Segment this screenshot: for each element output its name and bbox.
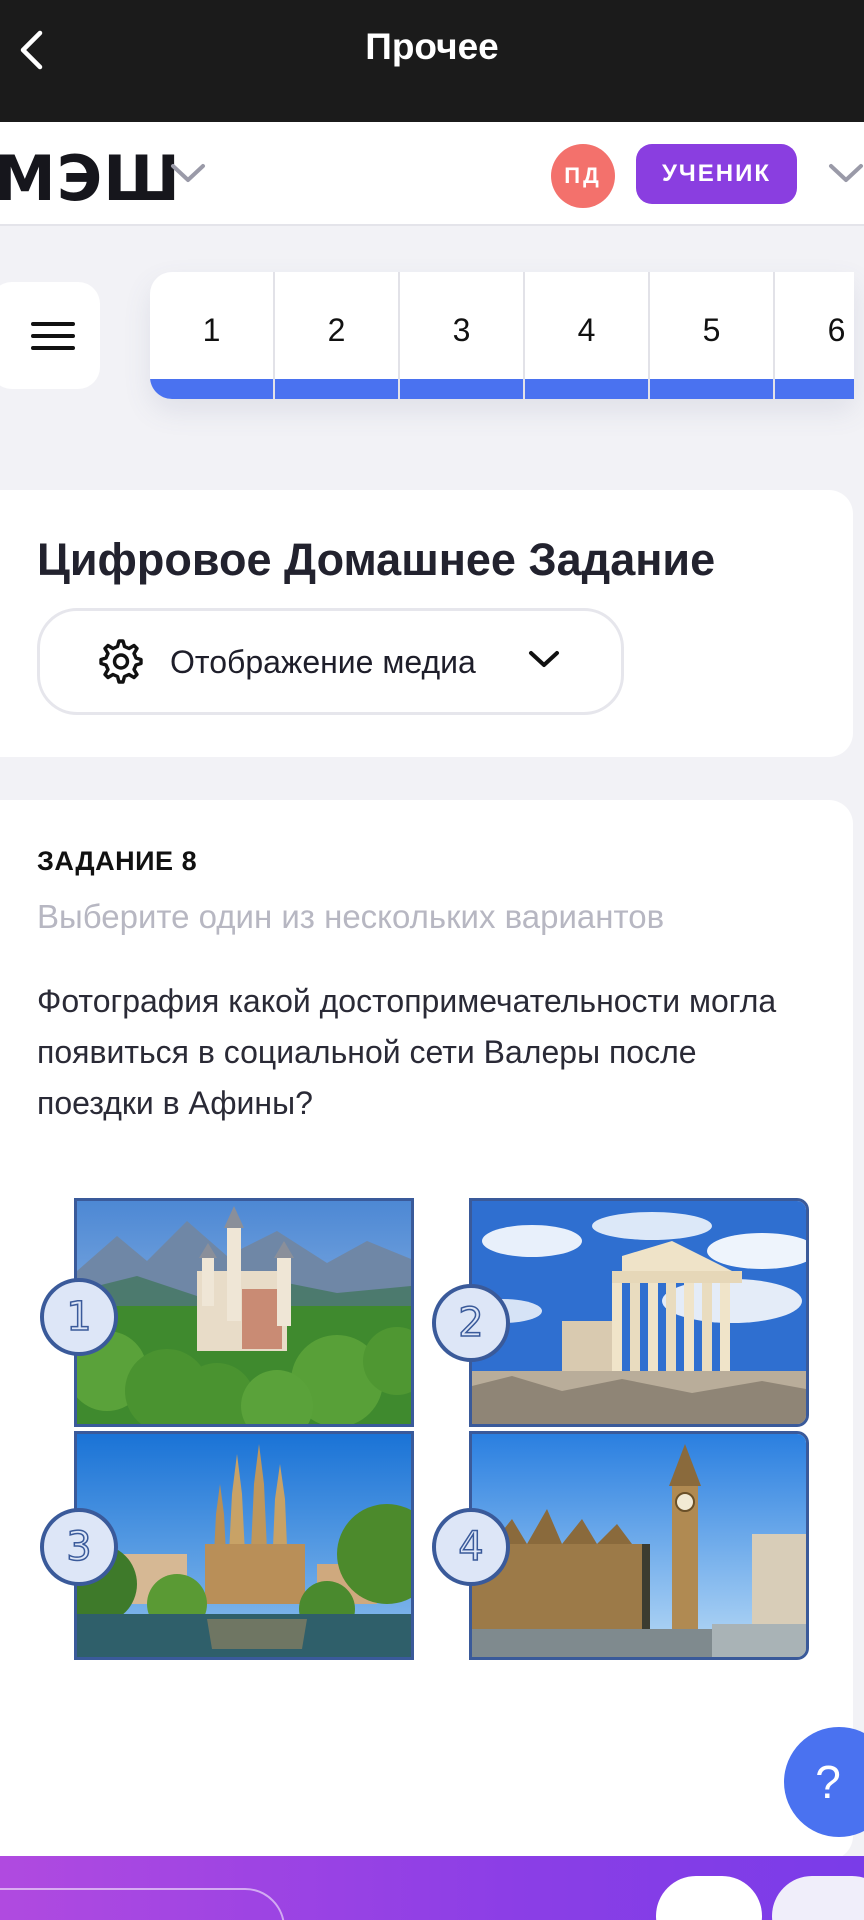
option-image-big-ben — [469, 1431, 809, 1660]
chevron-down-icon[interactable] — [170, 162, 206, 184]
task-card: ЗАДАНИЕ 8 Выберите один из нескольких ва… — [0, 800, 853, 1860]
tab-progress-bar — [775, 379, 854, 399]
bottom-nav-button[interactable] — [656, 1876, 762, 1920]
tab-task[interactable]: 3 — [400, 272, 525, 399]
app-header: МЭШ ПД УЧЕНИК — [0, 122, 864, 226]
homework-title: Цифровое Домашнее Задание — [37, 534, 716, 585]
task-number: ЗАДАНИЕ 8 — [37, 846, 198, 876]
bottom-nav-button[interactable] — [772, 1876, 864, 1920]
bottom-action-bar — [0, 1856, 864, 1920]
task-question: Фотография какой достопримечательности м… — [37, 983, 777, 1121]
tab-task[interactable]: 5 — [650, 272, 775, 399]
role-badge[interactable]: УЧЕНИК — [636, 144, 797, 204]
bottom-secondary-button[interactable] — [0, 1888, 285, 1920]
option-image-parthenon — [469, 1198, 809, 1427]
option-image-sagrada-familia — [74, 1431, 414, 1660]
tab-progress-bar — [275, 379, 398, 399]
tab-progress-bar — [400, 379, 523, 399]
media-display-label: Отображение медиа — [170, 644, 476, 680]
option-number-badge[interactable]: 4 — [432, 1508, 510, 1586]
tab-task[interactable]: 2 — [275, 272, 400, 399]
logo[interactable]: МЭШ — [0, 142, 181, 215]
page-title: Прочее — [365, 26, 499, 67]
homework-header-card: Цифровое Домашнее Задание Отображение ме… — [0, 490, 853, 757]
task-tabs: 1 2 3 4 5 6 — [150, 272, 854, 399]
option-image-castle — [74, 1198, 414, 1427]
task-hint: Выберите один из нескольких вариантов — [37, 898, 665, 935]
tab-progress-bar — [650, 379, 773, 399]
top-bar: Прочее — [0, 0, 864, 122]
hamburger-icon — [31, 321, 75, 350]
gear-icon — [99, 639, 143, 684]
option-number-badge[interactable]: 1 — [40, 1278, 118, 1356]
tab-progress-bar — [525, 379, 648, 399]
menu-button[interactable] — [0, 282, 100, 389]
tab-task[interactable]: 4 — [525, 272, 650, 399]
avatar[interactable]: ПД — [551, 144, 615, 208]
tab-progress-bar — [150, 379, 273, 399]
option-number-badge[interactable]: 2 — [432, 1284, 510, 1362]
tab-task[interactable]: 1 — [150, 272, 275, 399]
option-number-badge[interactable]: 3 — [40, 1508, 118, 1586]
media-display-dropdown[interactable]: Отображение медиа — [37, 608, 624, 715]
chevron-down-icon — [529, 651, 559, 667]
tab-task[interactable]: 6 — [775, 272, 854, 399]
chevron-down-icon[interactable] — [828, 162, 864, 184]
